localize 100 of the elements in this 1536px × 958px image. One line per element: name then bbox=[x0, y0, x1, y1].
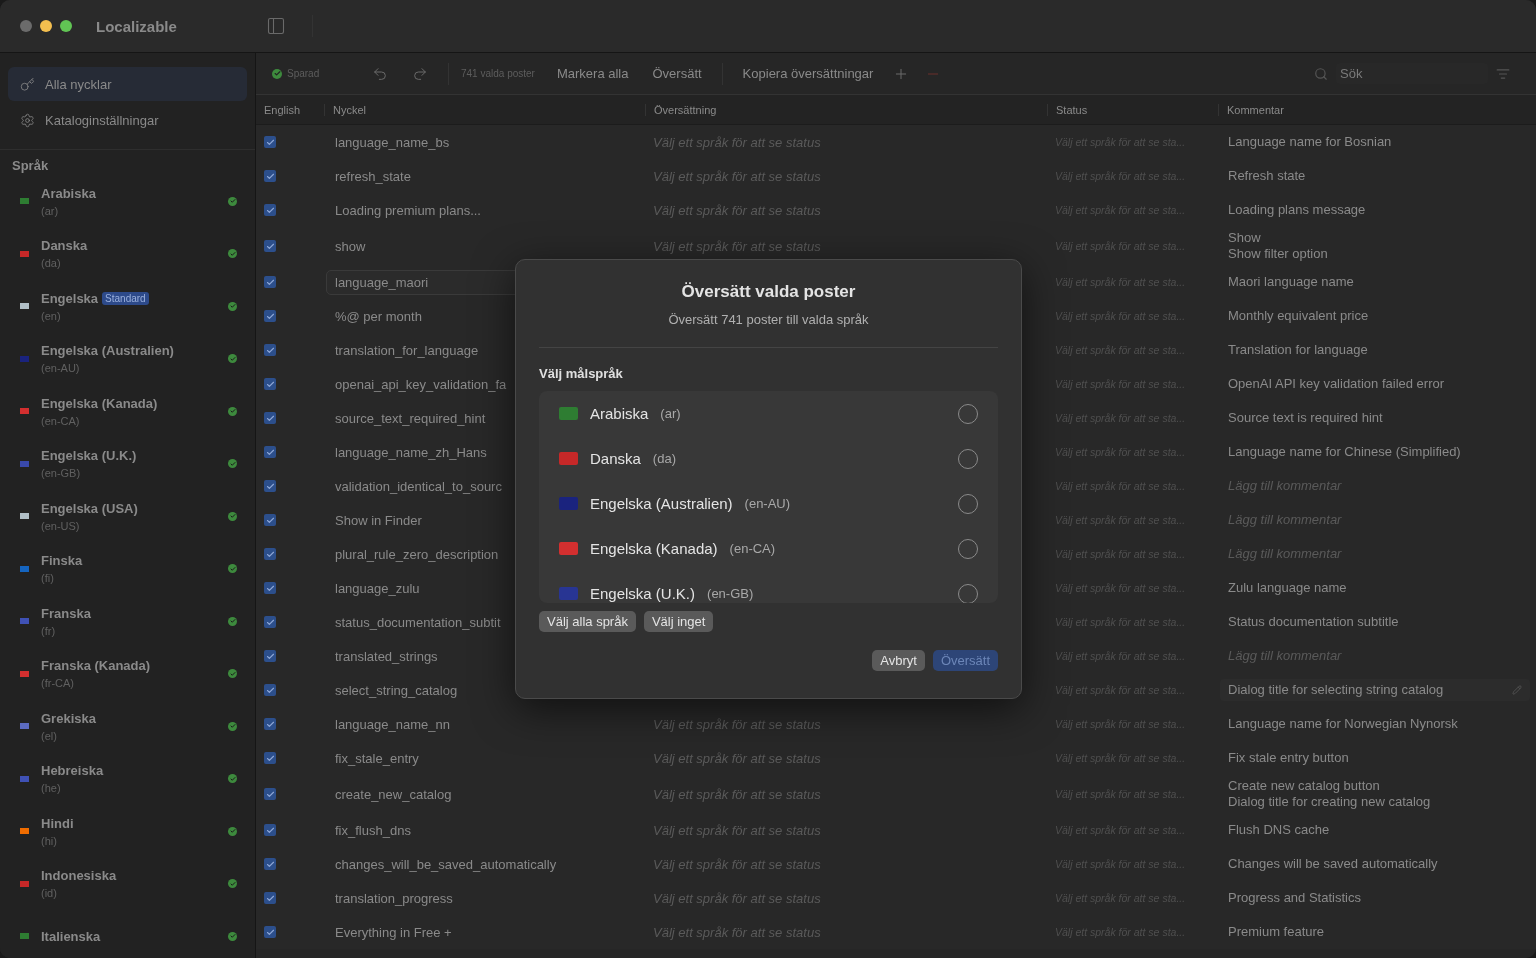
sidebar-item[interactable]: Kataloginställningar bbox=[8, 103, 247, 137]
comment-cell[interactable]: Premium feature bbox=[1220, 921, 1530, 943]
language-item[interactable]: Arabiska (ar) bbox=[0, 175, 255, 228]
comment-cell[interactable]: Flush DNS cache bbox=[1220, 819, 1530, 841]
comment-cell[interactable]: Changes will be saved automatically bbox=[1220, 853, 1530, 875]
key-cell[interactable]: source_text_required_hint bbox=[326, 405, 495, 431]
toolbar-button[interactable]: Översätt bbox=[640, 66, 714, 81]
cancel-button[interactable]: Avbryt bbox=[872, 650, 925, 671]
checkbox[interactable] bbox=[264, 616, 276, 628]
checkbox[interactable] bbox=[264, 684, 276, 696]
language-item[interactable]: Franska (fr) bbox=[0, 595, 255, 648]
language-option[interactable]: Engelska (Australien) (en-AU) bbox=[559, 481, 978, 526]
key-cell[interactable]: Loading premium plans... bbox=[326, 197, 490, 223]
key-cell[interactable]: show bbox=[326, 233, 375, 259]
select-button[interactable]: Välj alla språk bbox=[539, 611, 636, 632]
comment-cell[interactable]: Create new catalog button Dialog title for creating new catalog bbox=[1220, 775, 1530, 813]
key-cell[interactable]: refresh_state bbox=[326, 163, 420, 189]
language-item[interactable]: Italienska bbox=[0, 910, 255, 958]
comment-cell[interactable]: Dialog title for selecting string catalog bbox=[1220, 679, 1530, 701]
checkbox[interactable] bbox=[264, 446, 276, 458]
comment-cell[interactable]: Translation for language bbox=[1220, 339, 1530, 361]
language-item[interactable]: Danska (da) bbox=[0, 227, 255, 280]
language-item[interactable]: Franska (Kanada) (fr-CA) bbox=[0, 647, 255, 700]
key-cell[interactable]: plural_rule_zero_description bbox=[326, 541, 508, 567]
key-cell[interactable]: create_new_catalog bbox=[326, 781, 461, 807]
key-cell[interactable]: language_zulu bbox=[326, 575, 429, 601]
key-cell[interactable]: translation_progress bbox=[326, 885, 462, 911]
minimize-window-button[interactable] bbox=[40, 20, 52, 32]
comment-cell[interactable]: Language name for Bosnian bbox=[1220, 131, 1530, 153]
checkbox[interactable] bbox=[264, 480, 276, 492]
language-option[interactable]: Engelska (U.K.) (en-GB) bbox=[559, 571, 978, 603]
language-item[interactable]: Grekiska (el) bbox=[0, 700, 255, 753]
comment-cell[interactable]: Progress and Statistics bbox=[1220, 887, 1530, 909]
checkbox[interactable] bbox=[264, 926, 276, 938]
checkbox[interactable] bbox=[264, 378, 276, 390]
language-item[interactable]: Engelska (Australien) (en-AU) bbox=[0, 332, 255, 385]
checkbox[interactable] bbox=[264, 582, 276, 594]
comment-cell[interactable]: Fix stale entry button bbox=[1220, 747, 1530, 769]
language-option[interactable]: Danska (da) bbox=[559, 436, 978, 481]
checkbox[interactable] bbox=[264, 788, 276, 800]
checkbox[interactable] bbox=[264, 650, 276, 662]
checkbox[interactable] bbox=[264, 824, 276, 836]
comment-cell[interactable]: Zulu language name bbox=[1220, 577, 1530, 599]
column-header[interactable]: Nyckel bbox=[324, 103, 645, 116]
sidebar-toggle-icon[interactable] bbox=[266, 16, 286, 36]
comment-cell[interactable]: Status documentation subtitle bbox=[1220, 611, 1530, 633]
key-cell[interactable]: translated_strings bbox=[326, 643, 447, 669]
language-item[interactable]: Finska (fi) bbox=[0, 542, 255, 595]
select-button[interactable]: Välj inget bbox=[643, 611, 714, 632]
checkbox[interactable] bbox=[264, 548, 276, 560]
comment-cell[interactable]: OpenAI API key validation failed error bbox=[1220, 373, 1530, 395]
checkbox[interactable] bbox=[264, 344, 276, 356]
key-cell[interactable]: language_name_nn bbox=[326, 711, 459, 737]
key-cell[interactable]: status_documentation_subtit bbox=[326, 609, 510, 635]
zoom-window-button[interactable] bbox=[60, 20, 72, 32]
key-cell[interactable]: fix_flush_dns bbox=[326, 817, 420, 843]
column-header[interactable]: Status bbox=[1047, 103, 1218, 116]
checkbox[interactable] bbox=[264, 204, 276, 216]
column-header[interactable]: Översättning bbox=[645, 103, 1047, 116]
checkbox[interactable] bbox=[264, 412, 276, 424]
comment-cell[interactable]: Refresh state bbox=[1220, 165, 1530, 187]
comment-cell[interactable]: Language name for Chinese (Simplified) bbox=[1220, 441, 1530, 463]
checkbox[interactable] bbox=[264, 240, 276, 252]
language-option[interactable]: Arabiska (ar) bbox=[559, 391, 978, 436]
key-cell[interactable]: validation_identical_to_sourc bbox=[326, 473, 511, 499]
checkbox[interactable] bbox=[264, 752, 276, 764]
language-item[interactable]: Hebreiska (he) bbox=[0, 752, 255, 805]
key-cell[interactable]: changes_will_be_saved_automatically bbox=[326, 851, 566, 877]
close-window-button[interactable] bbox=[20, 20, 32, 32]
comment-cell[interactable]: Language name for Norwegian Nynorsk bbox=[1220, 713, 1530, 735]
checkbox[interactable] bbox=[264, 514, 276, 526]
checkbox[interactable] bbox=[264, 276, 276, 288]
comment-cell[interactable]: Show Show filter option bbox=[1220, 227, 1530, 265]
checkbox[interactable] bbox=[264, 310, 276, 322]
comment-cell[interactable]: Monthly equivalent price bbox=[1220, 305, 1530, 327]
checkbox[interactable] bbox=[264, 718, 276, 730]
language-item[interactable]: Hindi (hi) bbox=[0, 805, 255, 858]
column-header[interactable]: Kommentar bbox=[1218, 103, 1536, 116]
checkbox[interactable] bbox=[264, 170, 276, 182]
column-header[interactable]: English bbox=[256, 103, 324, 116]
key-cell[interactable]: openai_api_key_validation_fa bbox=[326, 371, 516, 397]
key-cell[interactable]: Show in Finder bbox=[326, 507, 431, 533]
language-option[interactable]: Engelska (Kanada) (en-CA) bbox=[559, 526, 978, 571]
copy-translations-button[interactable]: Kopiera översättningar bbox=[730, 66, 886, 81]
checkbox[interactable] bbox=[264, 136, 276, 148]
comment-cell[interactable]: Loading plans message bbox=[1220, 199, 1530, 221]
language-item[interactable]: Engelska (Kanada) (en-CA) bbox=[0, 385, 255, 438]
toolbar-button[interactable]: Markera alla bbox=[544, 66, 641, 81]
comment-cell[interactable]: Maori language name bbox=[1220, 271, 1530, 293]
checkbox[interactable] bbox=[264, 892, 276, 904]
language-item[interactable]: Engelska Standard (en) bbox=[0, 280, 255, 333]
language-item[interactable]: Engelska (U.K.) (en-GB) bbox=[0, 437, 255, 490]
key-cell[interactable]: %@ per month bbox=[326, 303, 431, 329]
key-cell[interactable]: language_name_bs bbox=[326, 129, 459, 155]
key-cell[interactable]: translation_for_language bbox=[326, 337, 488, 363]
language-item[interactable]: Engelska (USA) (en-US) bbox=[0, 490, 255, 543]
checkbox[interactable] bbox=[264, 858, 276, 870]
key-cell[interactable]: select_string_catalog bbox=[326, 677, 467, 703]
key-cell[interactable]: fix_stale_entry bbox=[326, 745, 428, 771]
key-cell[interactable]: Everything in Free + bbox=[326, 919, 461, 945]
